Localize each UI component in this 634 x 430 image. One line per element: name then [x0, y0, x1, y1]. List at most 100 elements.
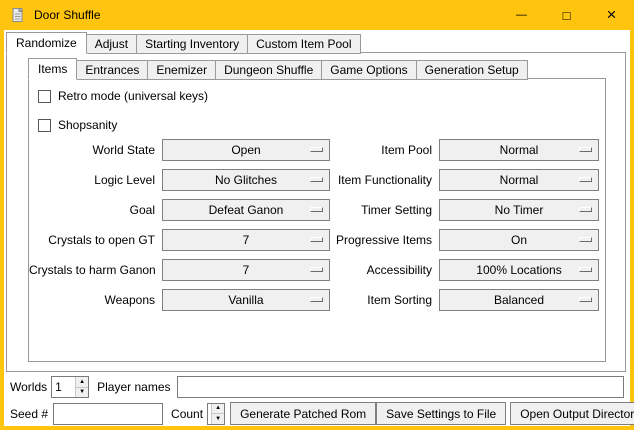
dropdown-indicator-icon	[310, 237, 323, 242]
dropdown-value: Defeat Ganon	[209, 203, 284, 217]
tab-generation-setup[interactable]: Generation Setup	[417, 60, 528, 80]
dropdown-value: Balanced	[494, 293, 544, 307]
maximize-button[interactable]: □	[544, 0, 589, 30]
generation-row: Seed # Count ▲ ▼ Generate Patched Rom Sa…	[10, 402, 626, 425]
timer-setting-dropdown[interactable]: No Timer	[439, 199, 599, 221]
worlds-spinner[interactable]: ▲ ▼	[51, 376, 89, 398]
progressive-items-dropdown[interactable]: On	[439, 229, 599, 251]
option-row: Logic Level No Glitches Item Functionali…	[29, 165, 605, 195]
item-sorting-label: Item Sorting	[330, 293, 439, 307]
checkbox-icon[interactable]	[38, 119, 51, 132]
dropdown-indicator-icon	[310, 297, 323, 302]
weapons-dropdown[interactable]: Vanilla	[162, 289, 330, 311]
dropdown-value: Vanilla	[228, 293, 263, 307]
spin-down-icon[interactable]: ▼	[76, 387, 88, 398]
dropdown-indicator-icon	[579, 267, 592, 272]
worlds-label: Worlds	[10, 380, 47, 394]
retro-mode-label: Retro mode (universal keys)	[58, 89, 208, 103]
checkbox-icon[interactable]	[38, 90, 51, 103]
accessibility-label: Accessibility	[330, 263, 439, 277]
world-state-label: World State	[29, 143, 162, 157]
tab-starting-inventory[interactable]: Starting Inventory	[137, 34, 248, 54]
dropdown-indicator-icon	[579, 297, 592, 302]
tab-randomize[interactable]: Randomize	[6, 32, 87, 54]
generate-patched-rom-button[interactable]: Generate Patched Rom	[230, 402, 376, 425]
secondary-tab-bar: Items Entrances Enemizer Dungeon Shuffle…	[28, 58, 528, 80]
crystals-open-gt-dropdown[interactable]: 7	[162, 229, 330, 251]
tab-custom-item-pool[interactable]: Custom Item Pool	[248, 34, 360, 54]
option-row: World State Open Item Pool Normal	[29, 135, 605, 165]
dropdown-value: Normal	[500, 173, 539, 187]
weapons-label: Weapons	[29, 293, 162, 307]
accessibility-dropdown[interactable]: 100% Locations	[439, 259, 599, 281]
option-rows: World State Open Item Pool Normal Logic …	[29, 135, 605, 315]
crystals-harm-ganon-label: Crystals to harm Ganon	[29, 263, 162, 277]
close-button[interactable]: ×	[589, 0, 634, 30]
goal-dropdown[interactable]: Defeat Ganon	[162, 199, 330, 221]
open-output-directory-button[interactable]: Open Output Directory	[510, 402, 634, 425]
shopsanity-checkbox-row[interactable]: Shopsanity	[38, 113, 605, 137]
dropdown-indicator-icon	[310, 207, 323, 212]
dropdown-value: On	[511, 233, 527, 247]
tab-items[interactable]: Items	[28, 58, 77, 80]
item-pool-dropdown[interactable]: Normal	[439, 139, 599, 161]
tab-adjust[interactable]: Adjust	[87, 34, 137, 54]
primary-tab-bar: Randomize Adjust Starting Inventory Cust…	[6, 32, 361, 54]
tab-dungeon-shuffle[interactable]: Dungeon Shuffle	[216, 60, 322, 80]
seed-input[interactable]	[53, 403, 163, 425]
spin-up-icon[interactable]: ▲	[212, 404, 224, 414]
item-sorting-dropdown[interactable]: Balanced	[439, 289, 599, 311]
dropdown-indicator-icon	[579, 237, 592, 242]
minimize-button[interactable]: —	[499, 0, 544, 30]
spin-down-icon[interactable]: ▼	[212, 413, 224, 424]
spinner-arrows: ▲ ▼	[75, 377, 88, 397]
logic-level-label: Logic Level	[29, 173, 162, 187]
option-row: Weapons Vanilla Item Sorting Balanced	[29, 285, 605, 315]
dropdown-value: Normal	[500, 143, 539, 157]
dropdown-value: 7	[243, 233, 250, 247]
timer-setting-label: Timer Setting	[330, 203, 439, 217]
tab-enemizer[interactable]: Enemizer	[148, 60, 216, 80]
dropdown-value: 7	[243, 263, 250, 277]
item-pool-label: Item Pool	[330, 143, 439, 157]
item-functionality-label: Item Functionality	[330, 173, 439, 187]
multiworld-row: Worlds ▲ ▼ Player names	[10, 376, 624, 398]
window-controls: — □ ×	[499, 0, 634, 30]
spin-up-icon[interactable]: ▲	[76, 377, 88, 387]
window-content: Randomize Adjust Starting Inventory Cust…	[4, 30, 630, 426]
items-pane: Retro mode (universal keys) Shopsanity W…	[28, 78, 606, 362]
tab-game-options[interactable]: Game Options	[322, 60, 416, 80]
dropdown-indicator-icon	[579, 177, 592, 182]
crystals-harm-ganon-dropdown[interactable]: 7	[162, 259, 330, 281]
world-state-dropdown[interactable]: Open	[162, 139, 330, 161]
door-shuffle-window: Door Shuffle — □ × Randomize Adjust Star…	[0, 0, 634, 430]
window-title: Door Shuffle	[34, 8, 101, 22]
title-bar: Door Shuffle — □ ×	[0, 0, 634, 30]
count-label: Count	[171, 407, 203, 421]
progressive-items-label: Progressive Items	[330, 233, 439, 247]
dropdown-value: 100% Locations	[476, 263, 561, 277]
crystals-open-gt-label: Crystals to open GT	[29, 233, 162, 247]
save-settings-button[interactable]: Save Settings to File	[376, 402, 506, 425]
dropdown-value: No Glitches	[215, 173, 277, 187]
worlds-input[interactable]	[52, 377, 75, 397]
dropdown-indicator-icon	[310, 177, 323, 182]
tab-entrances[interactable]: Entrances	[77, 60, 148, 80]
logic-level-dropdown[interactable]: No Glitches	[162, 169, 330, 191]
player-names-input[interactable]	[177, 376, 625, 398]
goal-label: Goal	[29, 203, 162, 217]
dropdown-value: No Timer	[495, 203, 544, 217]
retro-mode-checkbox-row[interactable]: Retro mode (universal keys)	[38, 84, 605, 108]
dropdown-value: Open	[231, 143, 260, 157]
option-row: Crystals to harm Ganon 7 Accessibility 1…	[29, 255, 605, 285]
dropdown-indicator-icon	[579, 147, 592, 152]
player-names-label: Player names	[97, 380, 170, 394]
item-functionality-dropdown[interactable]: Normal	[439, 169, 599, 191]
dropdown-indicator-icon	[579, 207, 592, 212]
dropdown-indicator-icon	[310, 267, 323, 272]
seed-label: Seed #	[10, 407, 48, 421]
count-spinner[interactable]: ▲ ▼	[207, 403, 225, 425]
option-row: Goal Defeat Ganon Timer Setting No Timer	[29, 195, 605, 225]
shopsanity-label: Shopsanity	[58, 118, 117, 132]
option-row: Crystals to open GT 7 Progressive Items …	[29, 225, 605, 255]
